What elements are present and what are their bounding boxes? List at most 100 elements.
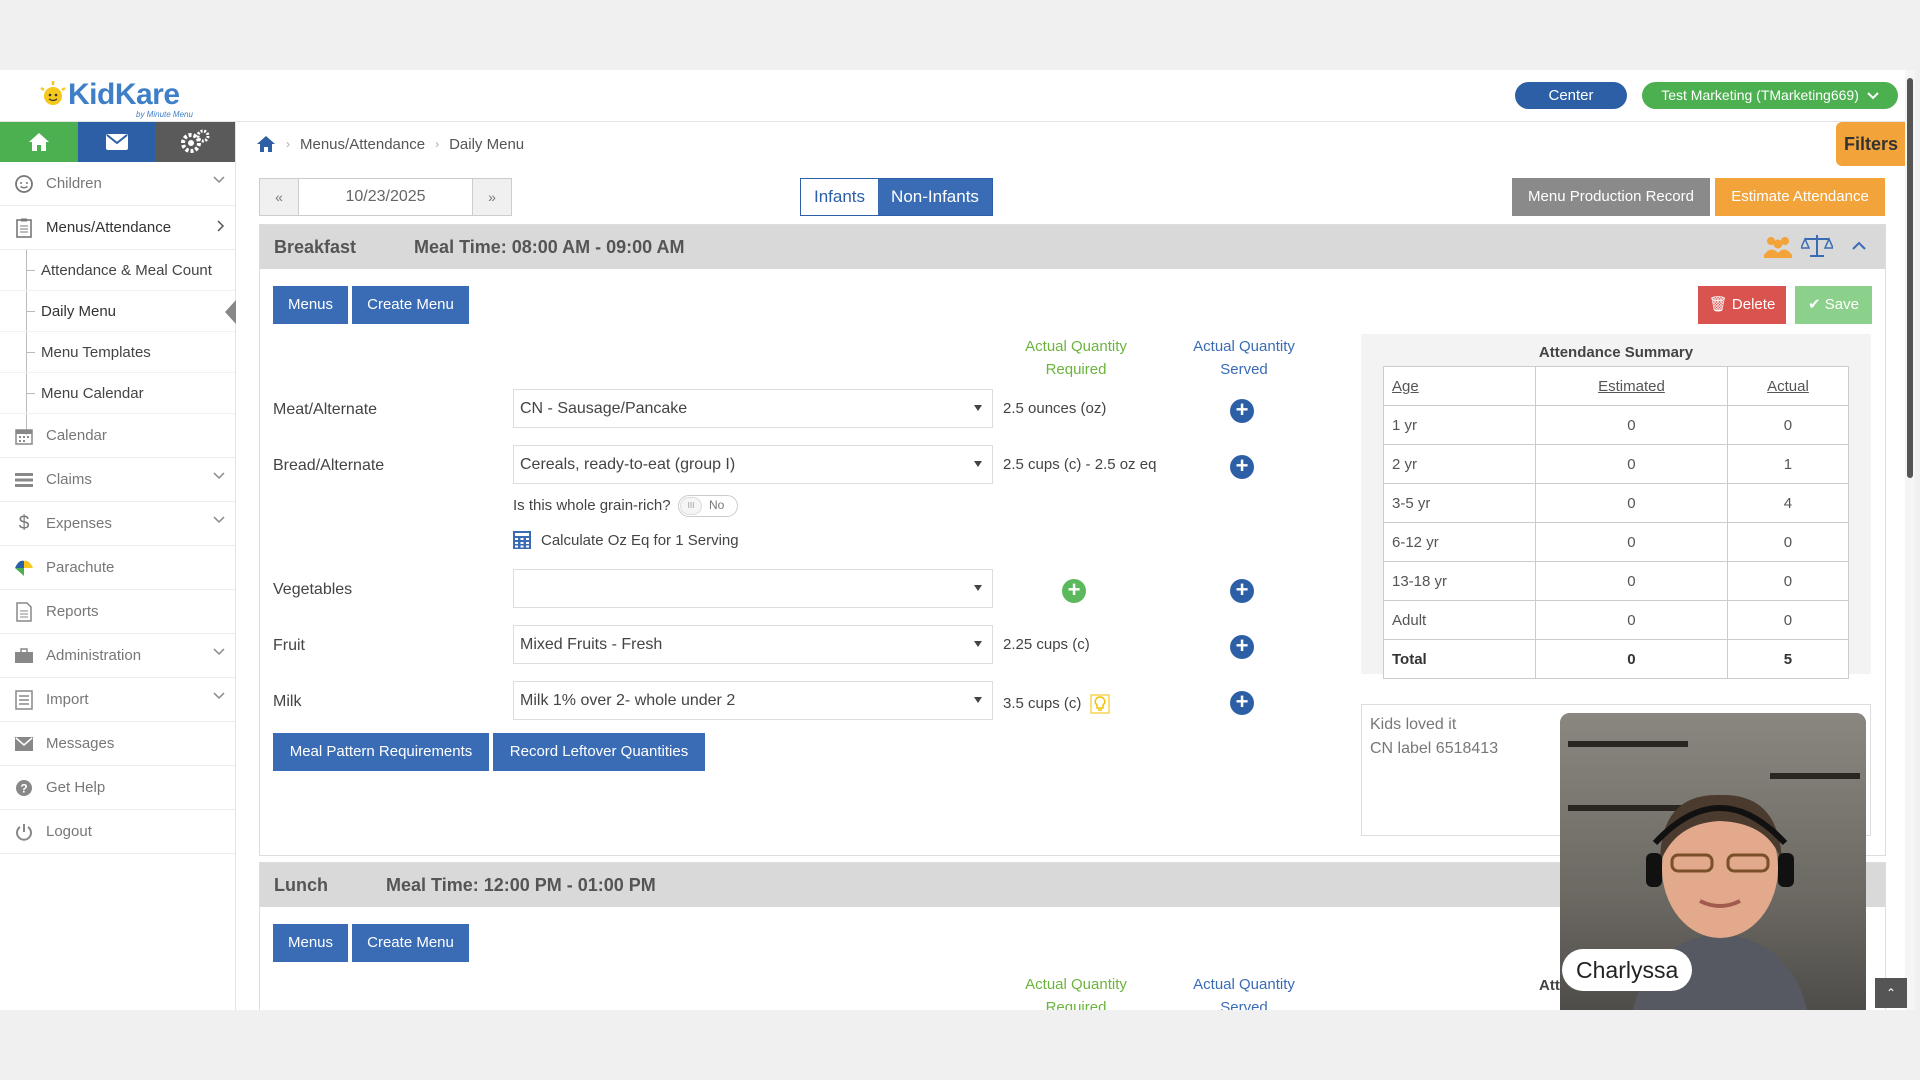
prev-date-button[interactable]: « <box>260 179 298 215</box>
column-header-estimated[interactable]: Estimated <box>1535 366 1728 406</box>
current-page-marker <box>225 300 236 324</box>
add-served-fruit-button[interactable]: + <box>1230 635 1254 659</box>
age-cell: Adult <box>1383 600 1536 640</box>
save-button[interactable]: ✔ Save <box>1795 286 1872 324</box>
menus-button[interactable]: Menus <box>273 286 348 324</box>
logo-text: KidKare <box>68 78 180 111</box>
settings-button[interactable] <box>155 122 235 162</box>
actual-cell: 5 <box>1726 639 1850 679</box>
chevron-down-icon <box>213 692 225 700</box>
sidebar-item-import[interactable]: Import <box>0 678 235 722</box>
sidebar-item-claims[interactable]: Claims <box>0 458 235 502</box>
svg-text:?: ? <box>20 781 27 795</box>
filters-button[interactable]: Filters <box>1836 122 1915 196</box>
parachute-icon <box>14 558 34 578</box>
mail-button[interactable] <box>77 122 156 162</box>
create-menu-button[interactable]: Create Menu <box>352 924 469 962</box>
add-served-meat-button[interactable]: + <box>1230 399 1254 423</box>
meal-pattern-requirements-button[interactable]: Meal Pattern Requirements <box>273 733 489 771</box>
home-icon[interactable] <box>256 135 276 153</box>
breadcrumb-separator-icon: › <box>286 137 290 151</box>
kidkare-logo[interactable]: KidKare by Minute Menu <box>38 76 198 119</box>
sidebar-item-label: Import <box>46 691 89 708</box>
sidebar-item-calendar[interactable]: Calendar <box>0 414 235 458</box>
create-menu-button[interactable]: Create Menu <box>352 286 469 324</box>
add-served-milk-button[interactable]: + <box>1230 691 1254 715</box>
sidebar: Children Menus/Attendance Attendance & M… <box>0 122 236 1010</box>
people-group-icon[interactable] <box>1763 233 1793 259</box>
add-served-bread-button[interactable]: + <box>1230 455 1254 479</box>
caret-down-icon <box>974 461 982 467</box>
sidebar-item-reports[interactable]: Reports <box>0 590 235 634</box>
lightbulb-icon[interactable] <box>1090 694 1110 714</box>
sidebar-item-parachute[interactable]: Parachute <box>0 546 235 590</box>
qty-served-line2: Served <box>1220 999 1268 1010</box>
caret-down-icon <box>974 405 982 411</box>
select-value: Cereals, ready-to-eat (group I) <box>520 456 736 473</box>
date-field[interactable]: 10/23/2025 <box>298 179 473 215</box>
vertical-scrollbar[interactable] <box>1905 70 1915 1010</box>
vegetables-select[interactable] <box>513 569 993 608</box>
sidebar-subitem-menu-templates[interactable]: Menu Templates <box>0 332 235 373</box>
table-row: 3-5 yr 0 4 <box>1383 483 1850 523</box>
actual-cell: 4 <box>1726 483 1850 523</box>
meat-alternate-select[interactable]: CN - Sausage/Pancake <box>513 389 993 428</box>
sidebar-item-label: Administration <box>46 647 142 664</box>
non-infants-tab[interactable]: Non-Infants <box>878 179 992 215</box>
infants-tab[interactable]: Infants <box>801 179 879 215</box>
table-row: 1 yr 0 0 <box>1383 405 1850 445</box>
sidebar-item-administration[interactable]: Administration <box>0 634 235 678</box>
meal-title: Lunch <box>274 874 328 895</box>
chevron-down-icon <box>213 472 225 480</box>
breadcrumb-link-menus-attendance[interactable]: Menus/Attendance <box>300 136 425 153</box>
column-header-actual[interactable]: Actual <box>1726 366 1850 406</box>
calculate-oz-eq-link[interactable]: Calculate Oz Eq for 1 Serving <box>513 531 739 549</box>
menus-button[interactable]: Menus <box>273 924 348 962</box>
breakfast-header[interactable]: Breakfast Meal Time: 08:00 AM - 09:00 AM <box>260 225 1885 269</box>
sidebar-item-menus-attendance[interactable]: Menus/Attendance <box>0 206 235 250</box>
sidebar-item-get-help[interactable]: ? Get Help <box>0 766 235 810</box>
grain-rich-toggle[interactable]: III No <box>678 495 738 517</box>
report-icon <box>14 601 34 622</box>
column-header-age[interactable]: Age <box>1383 366 1536 406</box>
sidebar-item-logout[interactable]: Logout <box>0 810 235 854</box>
record-leftover-quantities-button[interactable]: Record Leftover Quantities <box>493 733 705 771</box>
qty-required-header: Actual Quantity Required <box>996 335 1156 381</box>
row-label-fruit: Fruit <box>273 637 305 654</box>
fruit-select[interactable]: Mixed Fruits - Fresh <box>513 625 993 664</box>
scrollbar-thumb[interactable] <box>1907 78 1913 478</box>
grain-rich-question: Is this whole grain-rich? <box>513 497 671 514</box>
home-button[interactable] <box>0 122 78 162</box>
estimate-attendance-button[interactable]: Estimate Attendance <box>1715 178 1885 216</box>
sidebar-item-children[interactable]: Children <box>0 162 235 206</box>
add-served-vegetables-button[interactable]: + <box>1230 579 1254 603</box>
delete-button[interactable]: 🗑 Delete <box>1698 286 1786 324</box>
sidebar-subitem-menu-calendar[interactable]: Menu Calendar <box>0 373 235 414</box>
home-icon <box>28 133 49 151</box>
sidebar-item-label: Parachute <box>46 559 115 576</box>
center-button[interactable]: Center <box>1515 82 1627 109</box>
chevron-right-icon <box>217 220 225 232</box>
table-row: 2 yr 0 1 <box>1383 444 1850 484</box>
scroll-to-top-button[interactable]: ⌃ <box>1875 978 1907 1008</box>
sidebar-item-label: Menus/Attendance <box>46 219 172 236</box>
sidebar-subitem-attendance-meal-count[interactable]: Attendance & Meal Count <box>0 250 235 291</box>
balance-scale-icon[interactable] <box>1801 233 1833 259</box>
bread-alternate-select[interactable]: Cereals, ready-to-eat (group I) <box>513 445 993 484</box>
child-face-icon <box>14 174 34 194</box>
menus-attendance-submenu: Attendance & Meal Count Daily Menu Menu … <box>0 250 236 435</box>
chevron-up-icon[interactable] <box>1851 240 1867 252</box>
sidebar-item-label: Logout <box>46 823 92 840</box>
add-required-vegetables-button[interactable]: + <box>1062 579 1086 603</box>
sidebar-item-messages[interactable]: Messages <box>0 722 235 766</box>
delete-label: Delete <box>1731 296 1776 313</box>
table-header-row: Age Estimated Actual <box>1383 366 1850 406</box>
sidebar-item-expenses[interactable]: $ Expenses <box>0 502 235 546</box>
next-date-button[interactable]: » <box>473 179 511 215</box>
sidebar-item-label: Claims <box>46 471 92 488</box>
sidebar-subitem-daily-menu[interactable]: Daily Menu <box>0 291 236 332</box>
milk-select[interactable]: Milk 1% over 2- whole under 2 <box>513 681 993 720</box>
account-dropdown[interactable]: Test Marketing (TMarketing669) <box>1642 82 1898 109</box>
breadcrumb-separator-icon: › <box>435 137 440 151</box>
menu-production-record-button[interactable]: Menu Production Record <box>1512 178 1710 216</box>
